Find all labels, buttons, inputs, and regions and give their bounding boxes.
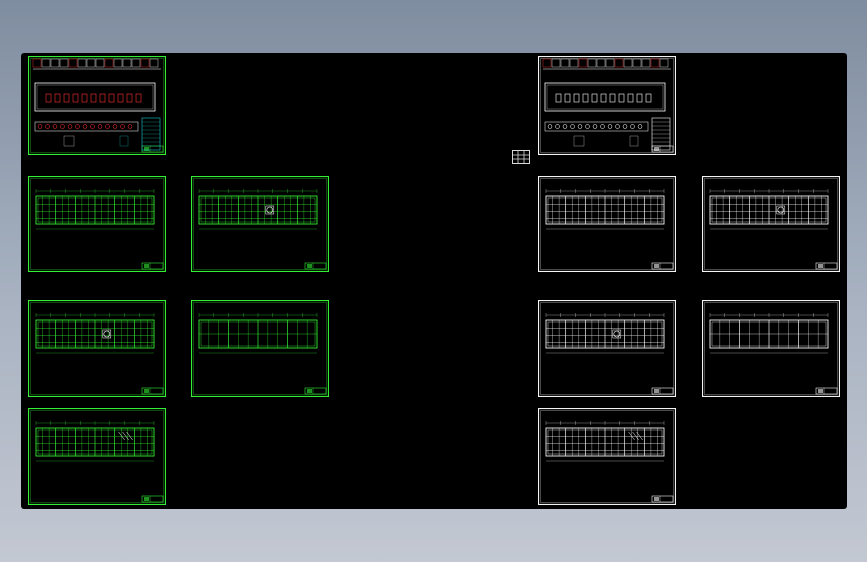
elevation-drawing xyxy=(709,313,829,354)
elevation-drawing xyxy=(545,421,665,462)
drawing-sheet-white-elevation-5[interactable] xyxy=(538,408,676,505)
drawing-sheet-green-elevation-3[interactable] xyxy=(28,300,166,397)
elevation-drawing xyxy=(198,313,318,354)
elevation-drawing xyxy=(35,421,155,462)
drawing-sheet-white-elevation-4[interactable] xyxy=(702,300,840,397)
drawing-sheet-green-elevation-4[interactable] xyxy=(191,300,329,397)
drawing-sheet-white-elevation-3[interactable] xyxy=(538,300,676,397)
elevation-drawing xyxy=(35,313,155,354)
elevation-drawing xyxy=(709,189,829,230)
elevation-drawing xyxy=(545,313,665,354)
sheet-border xyxy=(538,56,676,155)
sheet-border xyxy=(28,56,166,155)
overview-drawing xyxy=(32,58,161,151)
drawing-sheet-green-elevation-2[interactable] xyxy=(191,176,329,272)
drawing-sheet-white-elevation-1[interactable] xyxy=(538,176,676,272)
elevation-drawing xyxy=(545,189,665,230)
cad-model-space[interactable] xyxy=(21,53,847,509)
drawing-sheet-green-elevation-5[interactable] xyxy=(28,408,166,505)
drawing-sheet-white-overview[interactable] xyxy=(538,56,676,155)
view-cube-icon[interactable] xyxy=(512,149,530,164)
overview-drawing xyxy=(542,58,671,151)
drawing-sheet-white-elevation-2[interactable] xyxy=(702,176,840,272)
drawing-sheet-green-overview[interactable] xyxy=(28,56,166,155)
elevation-drawing xyxy=(198,189,318,230)
drawing-sheet-green-elevation-1[interactable] xyxy=(28,176,166,272)
elevation-drawing xyxy=(35,189,155,230)
